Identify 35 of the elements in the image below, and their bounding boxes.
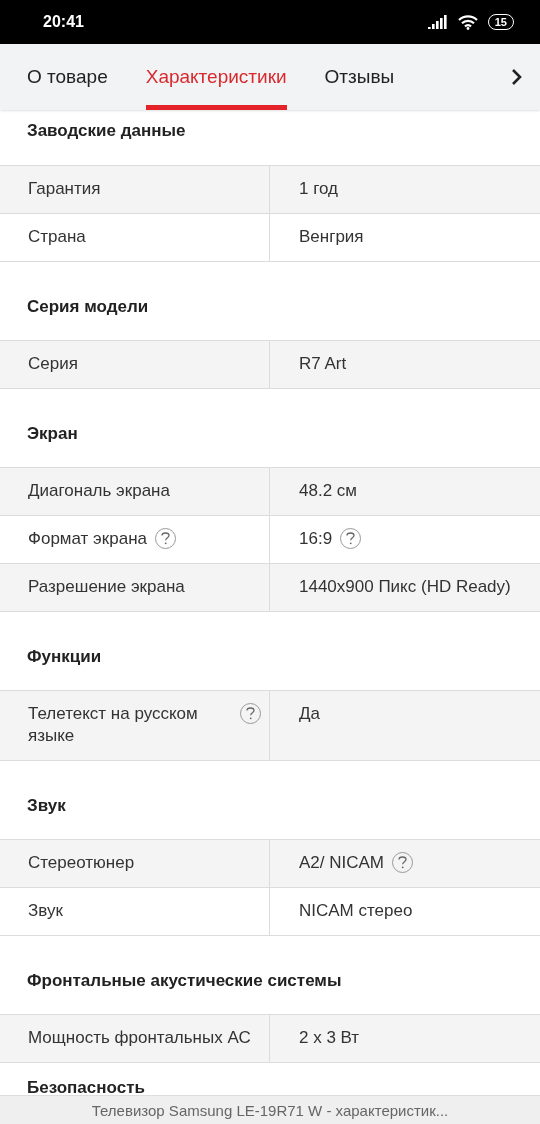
spec-label: Формат экрана: [28, 528, 147, 550]
spec-value: NICAM стерео: [299, 900, 413, 922]
spec-value: A2/ NICAM: [299, 852, 385, 874]
spec-value: 1440x900 Пикс (HD Ready): [299, 576, 511, 598]
tab[interactable]: Характеристики: [145, 44, 287, 110]
section-title: Заводские данные: [27, 121, 186, 140]
spec-value: 1 год: [299, 178, 338, 200]
spec-label: Страна: [28, 226, 86, 248]
spec-label: Диагональ экрана: [28, 480, 170, 502]
status-time: 20:41: [43, 13, 85, 31]
spec-value: 48.2 см: [299, 480, 357, 502]
section-title: Функции: [27, 647, 102, 666]
spec-label: Стереотюнер: [28, 852, 135, 874]
spec-label: Мощность фронтальных АС: [28, 1027, 251, 1049]
page-title: Телевизор Samsung LE-19R71 W - характеристик...: [91, 1101, 449, 1119]
spec-label: Разрешение экрана: [28, 576, 185, 598]
spec-label: Гарантия: [28, 178, 101, 200]
section-title: Звук: [27, 796, 66, 815]
spec-value: 2 x 3 Вт: [299, 1027, 360, 1049]
tab[interactable]: О товаре: [27, 44, 108, 110]
wifi-icon: [457, 14, 478, 30]
chevron-right-icon: [511, 68, 523, 86]
section-title: Фронтальные акустические системы: [27, 971, 342, 990]
spec-value: R7 Art: [299, 353, 347, 375]
section-title: Экран: [27, 424, 78, 443]
spec-value: Венгрия: [299, 226, 364, 248]
spec-label: Телетекст на русском языке: [28, 703, 199, 747]
signal-icon: [427, 15, 448, 29]
spec-value: Да: [299, 703, 320, 725]
section-title: Безопасность: [27, 1078, 145, 1097]
spec-label: Звук: [28, 900, 63, 922]
section-title: Серия модели: [27, 297, 149, 316]
tab[interactable]: Отзывы: [324, 44, 395, 110]
spec-value: 16:9: [299, 528, 333, 550]
spec-label: Серия: [28, 353, 78, 375]
